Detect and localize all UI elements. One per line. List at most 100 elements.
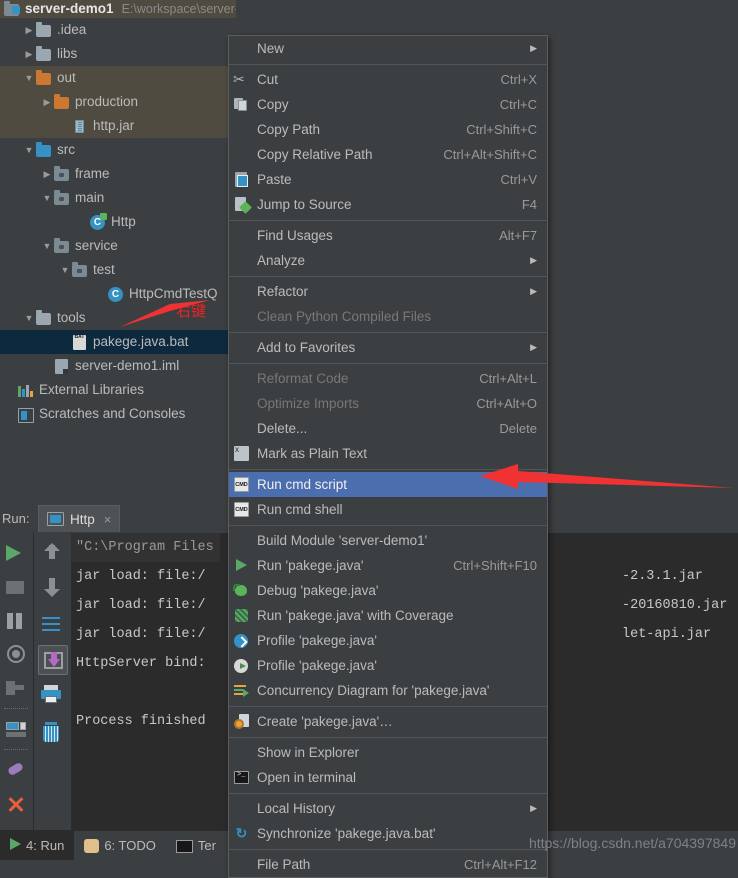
coverage-icon (233, 607, 250, 624)
scroll-to-end-icon[interactable] (38, 645, 68, 675)
status-bar-item-ter[interactable]: Ter (166, 831, 226, 860)
menu-item-analyze[interactable]: Analyze ▶ (229, 248, 547, 273)
tree-row-pakege-java-bat[interactable]: pakege.java.bat (0, 325, 236, 354)
menu-item-run-cmd-shell[interactable]: Run cmd shell (229, 497, 547, 522)
menu-item-file-path[interactable]: File Path Ctrl+Alt+F12 (229, 852, 547, 877)
class-icon: C (108, 286, 124, 302)
menu-item-show-in-explorer[interactable]: Show in Explorer (229, 740, 547, 765)
up-arrow-icon[interactable] (40, 541, 64, 565)
console-icon (47, 512, 64, 526)
layout-button[interactable] (5, 719, 29, 743)
menu-item-build-module-server-demo1[interactable]: Build Module 'server-demo1' (229, 528, 547, 553)
menu-icon-placeholder (233, 121, 250, 138)
menu-item-paste[interactable]: Paste Ctrl+V (229, 167, 547, 192)
tree-item-label: Http (111, 214, 136, 229)
chevron-right-icon[interactable]: ▶ (40, 90, 54, 114)
menu-separator (229, 64, 547, 65)
debug-icon (233, 582, 250, 599)
tree-row-scratches-and-consoles[interactable]: Scratches and Consoles (0, 402, 236, 426)
pin-button[interactable] (5, 759, 29, 783)
chevron-right-icon[interactable]: ▶ (22, 18, 36, 42)
menu-item-copy[interactable]: Copy Ctrl+C (229, 92, 547, 117)
rerun-button[interactable] (5, 541, 29, 565)
tree-row-http[interactable]: C Http (0, 210, 236, 234)
menu-item-shortcut: Ctrl+C (499, 97, 537, 112)
close-icon[interactable]: × (104, 512, 112, 527)
chevron-right-icon[interactable]: ▶ (22, 42, 36, 66)
print-icon[interactable] (40, 683, 64, 707)
chevron-down-icon[interactable]: ▼ (22, 138, 36, 162)
menu-item-cut[interactable]: ✂ Cut Ctrl+X (229, 67, 547, 92)
menu-item-label: Paste (257, 172, 292, 187)
chevron-right-icon[interactable]: ▶ (40, 162, 54, 186)
menu-item-shortcut: Ctrl+Shift+F10 (453, 558, 537, 573)
menu-item-run-pakege-java-with-coverage[interactable]: Run 'pakege.java' with Coverage (229, 603, 547, 628)
project-tool-window[interactable]: server-demo1 E:\workspace\server-demo1 ▶… (0, 0, 236, 505)
folder-gray-icon (36, 310, 52, 326)
chevron-down-icon[interactable]: ▼ (58, 258, 72, 282)
tree-row-project-root[interactable]: server-demo1 E:\workspace\server-demo1 (0, 0, 236, 18)
menu-item-clean-python-compiled-files: Clean Python Compiled Files (229, 304, 547, 329)
menu-item-concurrency-diagram-for-pakege-java[interactable]: Concurrency Diagram for 'pakege.java' (229, 678, 547, 703)
down-arrow-icon[interactable] (40, 575, 64, 599)
menu-item-copy-path[interactable]: Copy Path Ctrl+Shift+C (229, 117, 547, 142)
chevron-down-icon[interactable]: ▼ (40, 234, 54, 258)
chevron-down-icon[interactable]: ▼ (40, 186, 54, 210)
menu-item-debug-pakege-java[interactable]: Debug 'pakege.java' (229, 578, 547, 603)
tree-row-out[interactable]: ▼ out (0, 66, 236, 90)
tree-row-http-jar[interactable]: http.jar (0, 114, 236, 138)
menu-item-local-history[interactable]: Local History ▶ (229, 796, 547, 821)
menu-item-delete[interactable]: Delete... Delete (229, 416, 547, 441)
menu-item-open-in-terminal[interactable]: Open in terminal (229, 765, 547, 790)
menu-item-mark-as-plain-text[interactable]: Mark as Plain Text (229, 441, 547, 466)
run-tab-http[interactable]: Http × (38, 505, 121, 532)
menu-item-profile-pakege-java[interactable]: Profile 'pakege.java' (229, 653, 547, 678)
menu-item-copy-relative-path[interactable]: Copy Relative Path Ctrl+Alt+Shift+C (229, 142, 547, 167)
tree-item-label: test (93, 262, 115, 277)
tree-row-main[interactable]: ▼ main (0, 186, 236, 210)
console-line-right: let-api.jar (622, 627, 712, 642)
menu-item-label: Refactor (257, 284, 309, 299)
menu-item-run-cmd-script[interactable]: Run cmd script (229, 472, 547, 497)
menu-item-run-pakege-java[interactable]: Run 'pakege.java' Ctrl+Shift+F10 (229, 553, 547, 578)
pause-button[interactable] (5, 609, 29, 633)
tree-row-idea[interactable]: ▶ .idea (0, 18, 236, 42)
tree-row-libs[interactable]: ▶ libs (0, 42, 236, 66)
menu-item-refactor[interactable]: Refactor ▶ (229, 279, 547, 304)
tree-row-src[interactable]: ▼ src (0, 138, 236, 162)
run-window-title: Run: (2, 511, 30, 526)
run-icon (10, 838, 21, 853)
chevron-down-icon[interactable]: ▼ (22, 66, 36, 90)
tree-row-test[interactable]: ▼ test (0, 258, 236, 282)
folder-gray-icon (36, 46, 52, 62)
status-bar-item-4-run[interactable]: 4: Run (0, 831, 75, 860)
menu-item-synchronize-pakege-java-bat[interactable]: ↻ Synchronize 'pakege.java.bat' (229, 821, 547, 846)
menu-item-create-pakege-java[interactable]: Create 'pakege.java'… (229, 709, 547, 734)
close-panel-button[interactable] (5, 793, 29, 817)
tree-row-production[interactable]: ▶ production (0, 90, 236, 114)
menu-separator (229, 737, 547, 738)
trash-icon[interactable] (40, 721, 64, 745)
status-bar-item-6-todo[interactable]: 6: TODO (74, 831, 166, 860)
context-menu[interactable]: New ▶ ✂ Cut Ctrl+X Copy Ctrl+C Copy Path Ctrl+Sh… (228, 35, 548, 878)
menu-item-profile-pakege-java[interactable]: Profile 'pakege.java' (229, 628, 547, 653)
stop-button[interactable] (5, 575, 29, 599)
menu-item-find-usages[interactable]: Find Usages Alt+F7 (229, 223, 547, 248)
tree-row-frame[interactable]: ▶ frame (0, 162, 236, 186)
dump-threads-button[interactable] (5, 643, 29, 667)
soft-wrap-icon[interactable] (40, 613, 64, 637)
tree-row-external-libraries[interactable]: External Libraries (0, 378, 236, 402)
menu-item-new[interactable]: New ▶ (229, 36, 547, 61)
menu-item-jump-to-source[interactable]: Jump to Source F4 (229, 192, 547, 217)
scissors-icon: ✂ (233, 71, 245, 87)
exit-button[interactable] (5, 677, 29, 701)
console-line-right: -2.3.1.jar (622, 569, 704, 584)
menu-item-add-to-favorites[interactable]: Add to Favorites ▶ (229, 335, 547, 360)
tree-row-server-demo1-iml[interactable]: server-demo1.iml (0, 354, 236, 378)
menu-item-label: Run 'pakege.java' with Coverage (257, 608, 454, 623)
folder-pkg-icon (54, 190, 70, 206)
status-bar-item-label: Ter (197, 838, 216, 853)
chevron-down-icon[interactable]: ▼ (22, 306, 36, 330)
tree-row-service[interactable]: ▼ service (0, 234, 236, 258)
menu-item-label: Jump to Source (257, 197, 352, 212)
